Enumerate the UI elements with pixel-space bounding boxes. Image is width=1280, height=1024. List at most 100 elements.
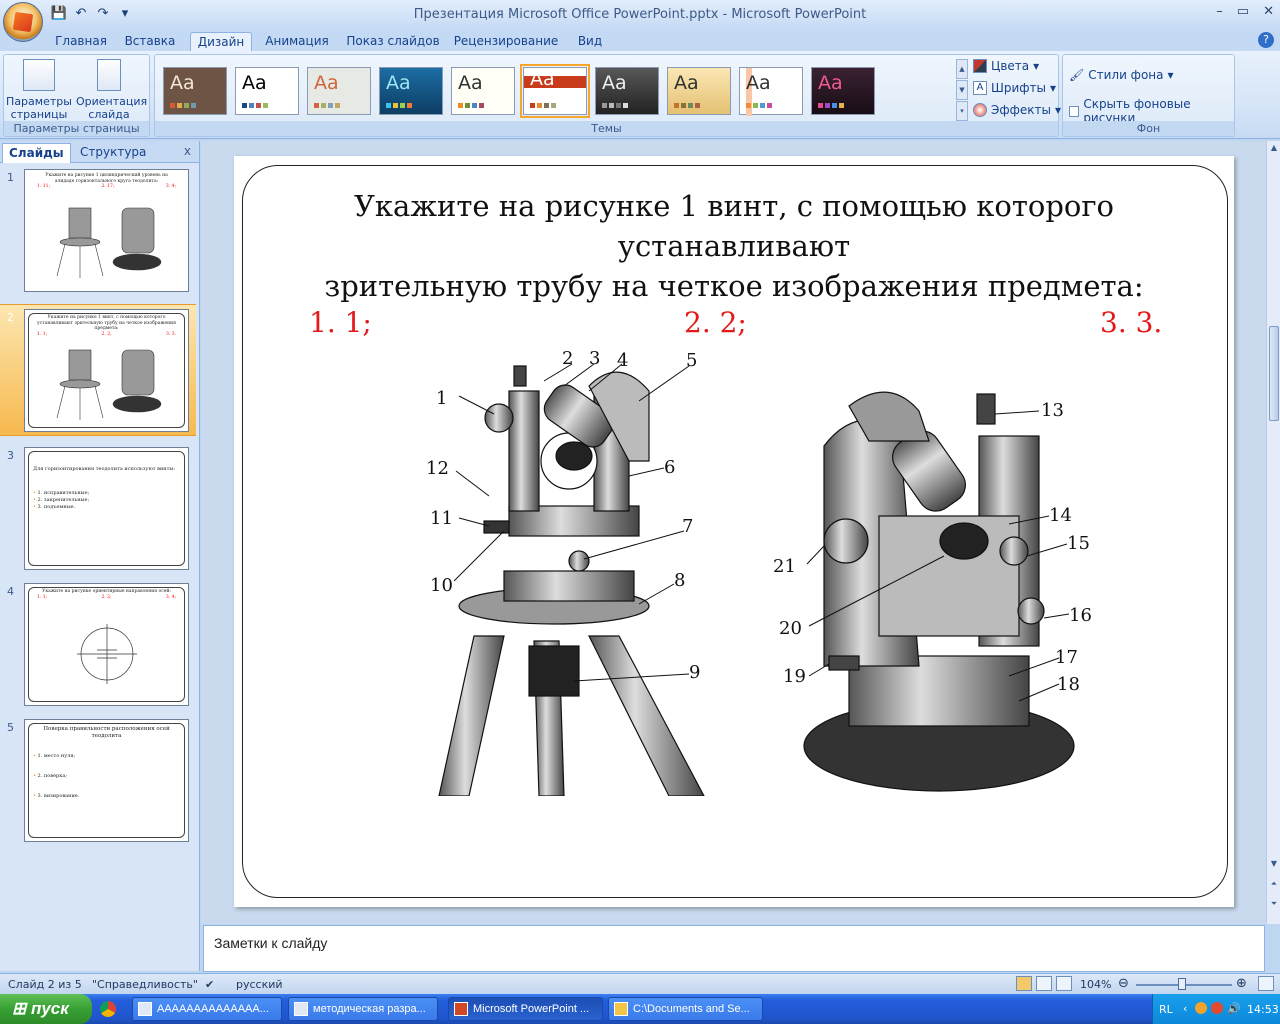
thumb-theodolite-image [56,207,162,278]
label-3: 3 [589,348,600,369]
taskbar-item-explorer[interactable]: C:\Documents and Se... [608,997,763,1021]
language-indicator[interactable]: русский [236,978,283,991]
theme-thumb-10[interactable]: Aa [811,67,875,115]
effects-button[interactable]: Эффекты ▾ [973,103,1061,117]
restore-button[interactable]: ▭ [1237,4,1249,19]
theme-thumb-5[interactable]: Aa [451,67,515,115]
group-page-setup: Параметры страницы Ориентация слайда Пар… [3,54,150,137]
zoom-in-icon[interactable]: ⊕ [1236,976,1247,991]
slide-title[interactable]: Укажите на рисунке 1 винт, с помощью кот… [294,186,1174,306]
theme-thumb-3[interactable]: Aa [307,67,371,115]
theme-thumb-8[interactable]: Aa [667,67,731,115]
label-20: 20 [779,618,802,639]
theme-thumb-1[interactable]: Aa [163,67,227,115]
slide-canvas[interactable]: Укажите на рисунке 1 винт, с помощью кот… [234,156,1234,907]
keyboard-layout[interactable]: RL [1159,1003,1173,1016]
notes-pane[interactable]: Заметки к слайду [203,925,1265,972]
tab-home[interactable]: Главная [52,32,110,52]
orientation-icon [97,59,121,91]
theme-thumb-7[interactable]: Aa [595,67,659,115]
office-logo-icon [12,11,34,33]
slide-thumbnail-1[interactable]: 1 Укажите на рисунке 1 цилиндрический ур… [0,165,196,297]
label-11: 11 [430,508,453,529]
next-slide-icon[interactable]: ⏷ [1267,899,1280,909]
volume-icon[interactable]: 🔊 [1227,1002,1241,1015]
tab-view[interactable]: Вид [570,32,610,52]
system-tray: RL ‹ 🔊 14:53 [1152,994,1280,1024]
tray-arrow-icon[interactable]: ‹ [1183,1002,1187,1015]
label-6: 6 [664,457,675,478]
label-4: 4 [617,350,628,371]
background-styles-button[interactable]: 🖌 Стили фона ▾ [1069,68,1174,82]
tray-app-icon[interactable] [1195,1002,1207,1014]
tray-antivirus-icon[interactable] [1211,1002,1223,1014]
colors-icon [973,59,987,73]
tab-insert[interactable]: Вставка [118,32,182,52]
help-icon[interactable]: ? [1258,32,1274,48]
slide-thumbnail-2[interactable]: 2 Укажите на рисунке 1 винт, с помощью к… [0,304,196,436]
start-button[interactable]: ⊞ пуск [0,994,92,1024]
title-bar: 💾 ↶ ↷ ▾ Презентация Microsoft Office Pow… [0,0,1280,42]
zoom-slider-thumb[interactable] [1178,978,1186,990]
zoom-out-icon[interactable]: ⊖ [1118,976,1129,991]
zoom-level[interactable]: 104% [1080,978,1111,991]
group-background: 🖌 Стили фона ▾ Скрыть фоновые рисунки Фон [1062,54,1235,137]
office-button[interactable] [3,2,43,42]
taskbar-item-powerpoint[interactable]: Microsoft PowerPoint ... [448,997,603,1021]
gallery-up-icon[interactable]: ▲ [956,59,968,79]
ribbon: Параметры страницы Ориентация слайда Пар… [0,51,1280,139]
tab-review[interactable]: Рецензирование [452,32,560,52]
chrome-icon[interactable] [100,1001,116,1017]
prev-slide-icon[interactable]: ⏶ [1267,879,1280,889]
folder-icon [614,1002,628,1016]
page-setup-button[interactable]: Параметры страницы [6,59,72,121]
panel-close-icon[interactable]: x [184,144,191,158]
slide-thumbnail-5[interactable]: 5 Поверка правильности расположения осей… [0,715,196,847]
answer-option-3[interactable]: 3. 3. [1100,306,1162,339]
tab-outline[interactable]: Структура [74,143,152,163]
gallery-more-icon[interactable]: ▾ [956,101,968,121]
label-14: 14 [1049,505,1072,526]
orientation-label: Ориентация слайда [76,95,148,121]
colors-button[interactable]: Цвета ▾ [973,59,1039,73]
scroll-up-icon[interactable]: ▲ [1267,143,1280,152]
group-label-background: Фон [1063,121,1234,136]
slideshow-view-icon[interactable] [1056,976,1072,991]
tab-slideshow[interactable]: Показ слайдов [344,32,442,52]
tab-design[interactable]: Дизайн [190,32,252,52]
group-themes: Aa Aa Aa Aa Aa Aa Aa Aa Aa Aa ▲ ▼ ▾ Цвета ▾… [154,54,1061,137]
spellcheck-icon[interactable]: ✔ [205,978,214,991]
label-2: 2 [562,348,573,369]
theme-thumb-9[interactable]: Aa [739,67,803,116]
powerpoint-icon [454,1002,468,1016]
taskbar-item-word2[interactable]: методическая разра... [288,997,438,1021]
slide-vertical-scrollbar[interactable]: ▲ ▼ ⏶ ⏷ [1266,141,1280,924]
tab-animation[interactable]: Анимация [260,32,334,52]
answer-option-1[interactable]: 1. 1; [309,306,372,339]
theme-thumb-4[interactable]: Aa [379,67,443,115]
label-16: 16 [1069,605,1092,626]
slide-thumbnail-3[interactable]: 3 Для горизонтирования теодолита использ… [0,443,196,575]
scroll-down-icon[interactable]: ▼ [1267,859,1280,868]
fonts-icon: A [973,81,987,95]
taskbar-item-word1[interactable]: АААААААААААААА... [132,997,282,1021]
slide-sorter-icon[interactable] [1036,976,1052,991]
slide-thumbnail-4[interactable]: 4 Укажите на рисунке ориентирные направл… [0,579,196,711]
theme-thumb-6[interactable]: Aa [520,64,590,118]
fonts-button[interactable]: A Шрифты ▾ [973,81,1056,95]
close-button[interactable]: ✕ [1263,4,1274,19]
label-8: 8 [674,570,685,591]
normal-view-icon[interactable] [1016,976,1032,991]
answer-option-2[interactable]: 2. 2; [684,306,747,339]
windows-taskbar: ⊞ пуск АААААААААААААА... методическая ра… [0,994,1280,1024]
orientation-button[interactable]: Ориентация слайда [76,59,147,121]
tab-slides[interactable]: Слайды [2,143,71,163]
label-1: 1 [436,388,447,409]
theme-thumb-2[interactable]: Aa [235,67,299,115]
scroll-thumb[interactable] [1269,326,1279,421]
minimize-button[interactable]: – [1216,4,1223,19]
fit-to-window-icon[interactable] [1258,976,1274,991]
theme-gallery-scroll[interactable]: ▲ ▼ ▾ [956,59,968,121]
gallery-down-icon[interactable]: ▼ [956,80,968,100]
theodolite-closeup-figure: 13 14 15 16 17 18 19 20 21 [773,391,1092,792]
